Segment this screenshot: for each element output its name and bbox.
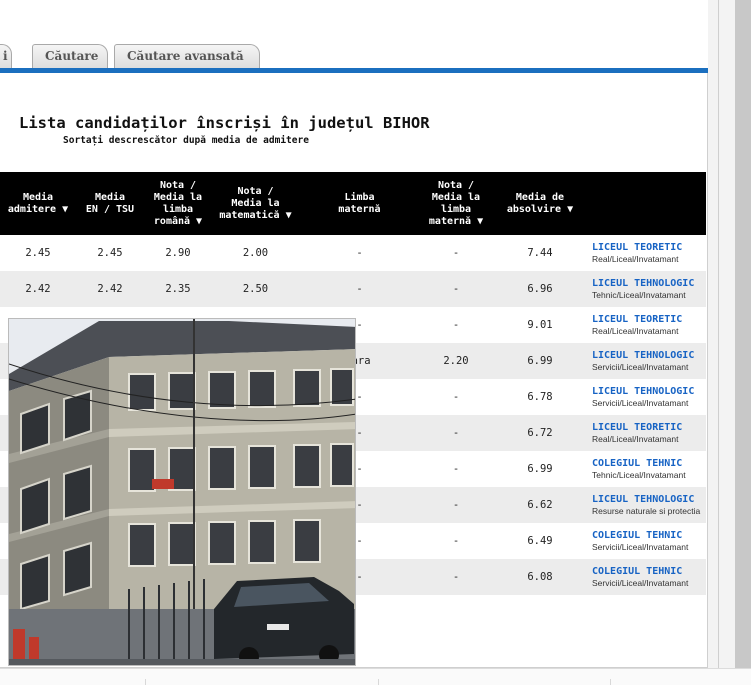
tab-cautare[interactable]: Căutare: [32, 44, 108, 68]
cell-school: COLEGIUL TEHNIC Servicii/Liceal/Invataman…: [588, 559, 706, 595]
cell-admitere: 2.45: [25, 247, 51, 259]
school-link[interactable]: COLEGIUL TEHNIC: [592, 530, 704, 542]
school-profile: Tehnic/Liceal/Invatamant: [592, 289, 686, 300]
school-link[interactable]: COLEGIUL TEHNIC: [592, 566, 704, 578]
cell-absolvire: 6.99: [527, 463, 553, 475]
cell-school: LICEUL TEORETIC Real/Liceal/Invatamant: [588, 235, 706, 271]
cell-nota-lm: 2.20: [420, 343, 492, 379]
school-profile: Servicii/Liceal/Invatamant: [592, 577, 689, 588]
school-link[interactable]: LICEUL TEHNOLOGIC: [592, 494, 704, 506]
cell-nota-lm: -: [420, 415, 492, 451]
school-profile: Servicii/Liceal/Invatamant: [592, 397, 689, 408]
cell-absolvire: 9.01: [527, 319, 553, 331]
cell-en: 2.42: [76, 271, 144, 307]
col-header-media-en: Media EN / TSU: [76, 172, 144, 235]
school-link[interactable]: LICEUL TEORETIC: [592, 314, 704, 326]
cell-school: LICEUL TEORETIC Real/Liceal/Invatamant: [588, 415, 706, 451]
tab-previous[interactable]: i: [0, 44, 12, 68]
cell-romana: 2.35: [144, 271, 212, 307]
school-profile: Servicii/Liceal/Invatamant: [592, 361, 689, 372]
col-header-school: [588, 172, 706, 235]
cell-absolvire: 7.44: [527, 247, 553, 259]
cell-nota-lm: -: [420, 559, 492, 595]
school-profile: Real/Liceal/Invatamant: [592, 325, 679, 336]
cell-school: LICEUL TEHNOLOGIC Servicii/Liceal/Invatam…: [588, 343, 706, 379]
cell-nota-lm: -: [452, 535, 460, 547]
toolbar-separator: [145, 679, 146, 685]
cell-school: COLEGIUL TEHNIC Servicii/Liceal/Invataman…: [588, 523, 706, 559]
cell-nota-lm: -: [420, 487, 492, 523]
cell-school: LICEUL TEHNOLOGIC Servicii/Liceal/Invatam…: [588, 379, 706, 415]
page: i Căutare Căutare avansată Lista candida…: [0, 0, 708, 670]
page-title: Lista candidaților înscriși în județul B…: [19, 114, 430, 132]
cell-absolvire: 6.72: [492, 415, 588, 451]
cell-absolvire: 6.49: [527, 535, 553, 547]
cell-school: COLEGIUL TEHNIC Tehnic/Liceal/Invatamant: [588, 451, 706, 487]
cell-nota-lm: -: [452, 463, 460, 475]
cell-romana: 2.90: [165, 247, 191, 259]
col-header-limba-materna: Limba maternă: [299, 172, 420, 235]
school-link[interactable]: LICEUL TEORETIC: [592, 422, 704, 434]
cell-admitere: 2.42: [0, 271, 76, 307]
cell-nota-lm: -: [452, 247, 460, 259]
school-building-photo: [8, 318, 356, 666]
school-profile: Resurse naturale si protectia: [592, 505, 701, 516]
page-subtitle: Sortați descrescător după media de admit…: [63, 135, 309, 146]
table-row: 2.45 2.45 2.90 2.00 - - 7.44 LICEUL TEORETIC Rea…: [0, 235, 706, 271]
cell-limba: -: [299, 271, 420, 307]
cell-nota-lm: -: [420, 271, 492, 307]
school-profile: Real/Liceal/Invatamant: [592, 433, 679, 444]
col-header-media-admitere[interactable]: Media admitere ▼: [0, 172, 76, 235]
school-profile: Real/Liceal/Invatamant: [592, 253, 679, 264]
cell-en: 2.45: [97, 247, 123, 259]
tab-cautare-avansata[interactable]: Căutare avansată: [114, 44, 260, 68]
cell-mate: 2.50: [212, 271, 299, 307]
school-link[interactable]: LICEUL TEORETIC: [592, 242, 704, 254]
school-link[interactable]: LICEUL TEHNOLOGIC: [592, 386, 704, 398]
toolbar-separator: [610, 679, 611, 685]
toolbar-separator: [378, 679, 379, 685]
cell-nota-lm: -: [452, 391, 460, 403]
vertical-scrollbar[interactable]: [735, 0, 751, 668]
cell-school: LICEUL TEORETIC Real/Liceal/Invatamant: [588, 307, 706, 343]
bottom-toolbar: [0, 668, 751, 685]
cell-absolvire: 6.99: [492, 343, 588, 379]
divider-line: [718, 0, 719, 670]
school-link[interactable]: LICEUL TEHNOLOGIC: [592, 278, 704, 290]
school-profile: Tehnic/Liceal/Invatamant: [592, 469, 686, 480]
cell-school: LICEUL TEHNOLOGIC Tehnic/Liceal/Invataman…: [588, 271, 706, 307]
table-row: 2.42 2.42 2.35 2.50- -6.96 LICEUL TEHNOLOGIC T…: [0, 271, 706, 307]
school-link[interactable]: LICEUL TEHNOLOGIC: [592, 350, 704, 362]
col-header-nota-limba-materna[interactable]: Nota / Media la limba maternă ▼: [420, 172, 492, 235]
cell-mate: 2.00: [242, 247, 269, 259]
school-link[interactable]: COLEGIUL TEHNIC: [592, 458, 704, 470]
school-profile: Servicii/Liceal/Invatamant: [592, 541, 689, 552]
table-header-row: Media admitere ▼ Media EN / TSU Nota / Medi…: [0, 172, 706, 235]
col-header-nota-matematica[interactable]: Nota / Media la matematică ▼: [212, 172, 299, 235]
cell-absolvire: 6.96: [492, 271, 588, 307]
col-header-nota-romana[interactable]: Nota / Media la limba română ▼: [144, 172, 212, 235]
cell-absolvire: 6.62: [492, 487, 588, 523]
cell-nota-lm: -: [452, 319, 460, 331]
cell-absolvire: 6.78: [527, 391, 553, 403]
col-header-media-absolvire[interactable]: Media de absolvire ▼: [492, 172, 588, 235]
cell-absolvire: 6.08: [492, 559, 588, 595]
cell-school: LICEUL TEHNOLOGIC Resurse naturale si pro…: [588, 487, 706, 523]
cell-limba: -: [356, 247, 363, 259]
